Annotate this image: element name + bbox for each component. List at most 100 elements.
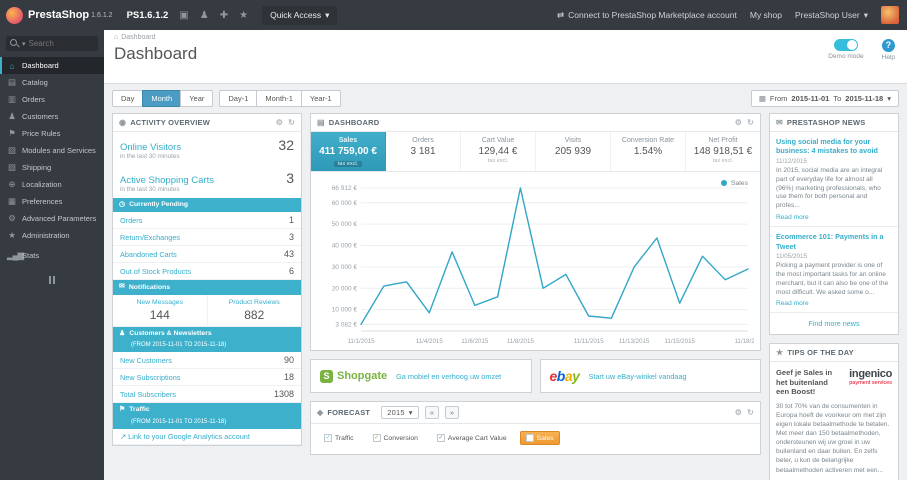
user-menu[interactable]: PrestaShop User ▾: [795, 10, 868, 21]
shopgate-promo-link[interactable]: Ga mobiel en verhoog uw omzet: [396, 372, 501, 381]
abandoned-carts-link[interactable]: Abandoned Carts: [120, 250, 177, 259]
kpi-net-profit[interactable]: Net Profit 148 918,51 € tax excl.: [686, 132, 760, 171]
returns-value: 3: [288, 232, 294, 243]
find-more-news-link[interactable]: Find more news: [770, 313, 898, 334]
google-analytics-link[interactable]: ↗ Link to your Google Analytics account: [120, 432, 250, 441]
pending-orders-link[interactable]: Orders: [120, 216, 142, 225]
filter-year-button[interactable]: Year: [180, 90, 214, 107]
section-title: Currently Pending: [129, 201, 189, 209]
svg-text:3 082 €: 3 082 €: [335, 321, 357, 328]
total-subscribers-link[interactable]: Total Subscribers: [120, 390, 176, 399]
gear-icon[interactable]: ⚙: [276, 118, 283, 127]
marketplace-connect-link[interactable]: ⇄ Connect to PrestaShop Marketplace acco…: [557, 10, 737, 21]
sidebar-item-customers[interactable]: ♟ Customers: [0, 108, 104, 125]
read-more-link[interactable]: Read more: [776, 214, 809, 221]
out-of-stock-link[interactable]: Out of Stock Products: [120, 267, 191, 276]
section-title: Customers & Newsletters: [129, 329, 212, 337]
sidebar-item-advanced-parameters[interactable]: ⚙ Advanced Parameters: [0, 210, 104, 227]
returns-link[interactable]: Return/Exchanges: [120, 233, 180, 242]
quick-access-menu[interactable]: Quick Access ▾: [262, 5, 338, 25]
kpi-sales[interactable]: Sales 411 759,00 € tax excl.: [311, 132, 386, 171]
prestashop-logo-icon[interactable]: [6, 6, 23, 24]
product-reviews-cell[interactable]: Product Reviews 882: [208, 295, 302, 326]
online-visitors-link[interactable]: Online Visitors: [120, 142, 181, 153]
demo-mode-toggle[interactable]: [833, 39, 858, 51]
refresh-icon[interactable]: ↻: [288, 118, 295, 127]
online-visitors-subtext: in the last 30 minutes: [120, 153, 180, 160]
sidebar-item-shipping[interactable]: ▨ Shipping: [0, 159, 104, 176]
panel-header: ▤ Dashboard ⚙ ↻: [311, 114, 760, 132]
section-title: Traffic: [129, 406, 150, 414]
filter-month-button[interactable]: Month: [142, 90, 182, 107]
search-scope-caret-icon[interactable]: ▾: [22, 40, 26, 48]
from-label: From: [769, 94, 788, 103]
sidebar-item-preferences[interactable]: ▦ Preferences: [0, 193, 104, 210]
refresh-icon[interactable]: ↻: [747, 408, 754, 417]
article-headline[interactable]: Using social media for your business: 4 …: [776, 137, 892, 156]
connect-label: Connect to PrestaShop Marketplace accoun…: [568, 10, 737, 20]
sidebar-item-label: Stats: [22, 251, 40, 260]
customer-icon[interactable]: ♟: [200, 10, 209, 21]
panel-title: Dashboard: [328, 118, 380, 127]
checkbox-icon: ✓: [372, 434, 381, 442]
shop-name-link[interactable]: PS1.6.1.2: [127, 10, 169, 21]
legend-average-cart-value[interactable]: ✓ Average Cart Value: [431, 431, 513, 445]
filter-day-1-button[interactable]: Day-1: [219, 90, 258, 107]
date-range-picker[interactable]: ▦ From 2015-11-01 To 2015-11-18 ▾: [750, 90, 899, 107]
add-icon[interactable]: ✚: [220, 10, 228, 21]
article-headline[interactable]: Ecommerce 101: Payments in a Tweet: [776, 232, 892, 251]
gear-icon[interactable]: ⚙: [735, 118, 742, 127]
home-icon: ⌂: [114, 34, 119, 41]
new-messages-value: 144: [149, 307, 170, 322]
new-messages-cell[interactable]: New Messages 144: [113, 294, 208, 326]
active-carts-row: Active Shopping Carts 3: [113, 165, 301, 186]
help-icon[interactable]: ?: [881, 39, 895, 52]
topbar: PrestaShop 1.6.1.2 PS1.6.1.2 ▣ ♟ ✚ ★ Qui…: [0, 0, 907, 30]
sidebar-item-catalog[interactable]: ▤ Catalog: [0, 74, 104, 91]
panel-title: Tips of the day: [787, 348, 854, 358]
sidebar-item-dashboard[interactable]: ⌂ Dashboard: [0, 57, 104, 74]
online-visitors-row: Online Visitors 32: [113, 132, 301, 153]
filter-month-1-button[interactable]: Month-1: [256, 90, 302, 107]
refresh-icon[interactable]: ↻: [747, 118, 754, 127]
year-select[interactable]: 2015 ▾: [381, 406, 419, 419]
to-label: To: [833, 94, 842, 103]
new-customers-link[interactable]: New Customers: [120, 356, 172, 365]
trophy-icon[interactable]: ★: [239, 10, 248, 21]
catalog-icon: ▤: [7, 77, 17, 87]
sidebar-item-administration[interactable]: ★ Administration: [0, 227, 104, 244]
new-subscriptions-link[interactable]: New Subscriptions: [120, 373, 180, 382]
filter-day-button[interactable]: Day: [112, 90, 144, 107]
gear-icon[interactable]: ⚙: [735, 408, 742, 417]
legend-traffic[interactable]: ✓ Traffic: [318, 431, 360, 445]
connect-icon: ⇄: [557, 9, 565, 20]
sidebar-item-label: Preferences: [22, 197, 63, 206]
chevron-down-icon: ▾: [887, 94, 891, 103]
sidebar-item-orders[interactable]: ▥ Orders: [0, 91, 104, 108]
online-visitors-value: 32: [278, 137, 294, 153]
kpi-visits[interactable]: Visits 205 939: [536, 132, 611, 171]
breadcrumb-item[interactable]: Dashboard: [121, 34, 155, 41]
read-more-link[interactable]: Read more: [776, 300, 809, 307]
user-avatar[interactable]: [881, 6, 899, 24]
kpi-conversion-rate[interactable]: Conversion Rate 1.54%: [611, 132, 686, 171]
prev-year-button[interactable]: «: [424, 406, 439, 419]
next-year-button[interactable]: »: [444, 406, 460, 419]
sidebar-item-stats[interactable]: ▂▄▆ Stats: [0, 247, 104, 264]
sidebar-item-price-rules[interactable]: ⚑ Price Rules: [0, 125, 104, 142]
kpi-cart-value[interactable]: Cart Value 129,44 € tax excl.: [461, 132, 536, 171]
sidebar-item-localization[interactable]: ⊕ Localization: [0, 176, 104, 193]
sidebar-item-modules[interactable]: ▧ Modules and Services: [0, 142, 104, 159]
customers-newsletters-header: ♟ Customers & Newsletters (FROM 2015-11-…: [113, 326, 301, 353]
cart-icon[interactable]: ▣: [179, 10, 188, 21]
sidebar-collapse-icon[interactable]: [0, 276, 104, 284]
filter-year-1-button[interactable]: Year-1: [300, 90, 341, 107]
legend-conversion[interactable]: ✓ Conversion: [367, 431, 424, 445]
legend-sales[interactable]: ✓ Sales: [519, 431, 560, 445]
my-shop-link[interactable]: My shop: [750, 10, 782, 20]
product-reviews-value: 882: [244, 307, 265, 322]
active-carts-link[interactable]: Active Shopping Carts: [120, 175, 214, 186]
search-input[interactable]: [28, 39, 94, 48]
ebay-promo-link[interactable]: Start uw eBay-winkel vandaag: [588, 372, 686, 381]
kpi-orders[interactable]: Orders 3 181: [386, 132, 461, 171]
